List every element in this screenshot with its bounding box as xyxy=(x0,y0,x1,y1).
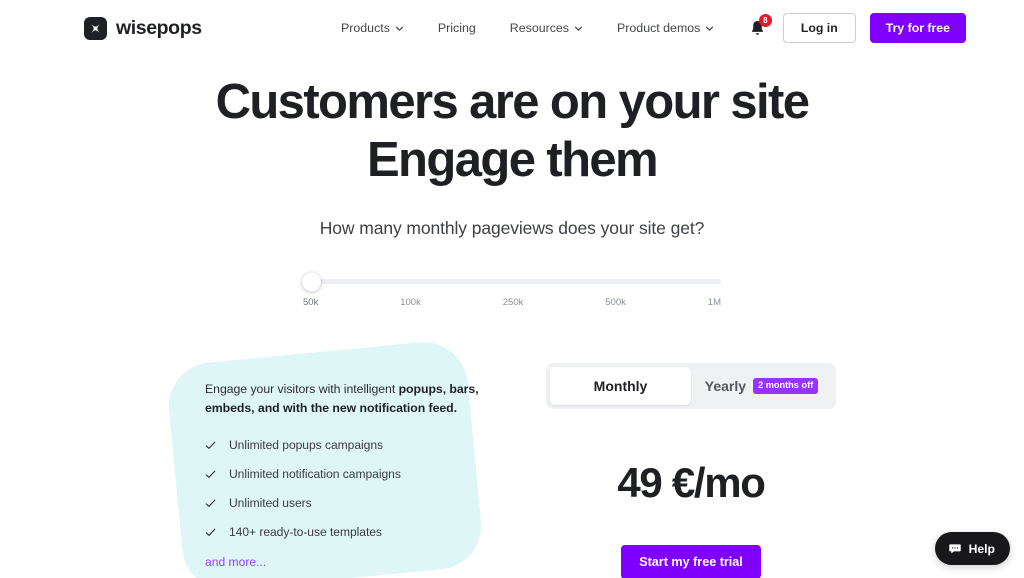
list-item-label: Unlimited notification campaigns xyxy=(229,467,401,482)
slider-tick-0: 50k xyxy=(303,297,319,308)
nav-item-resources[interactable]: Resources xyxy=(510,21,583,35)
list-item-label: Unlimited popups campaigns xyxy=(229,438,383,453)
notification-badge: 8 xyxy=(758,14,772,27)
slider-handle[interactable] xyxy=(302,272,321,291)
chat-bubble-icon xyxy=(948,542,962,556)
slider-tick-1: 100k xyxy=(400,297,421,308)
check-icon xyxy=(205,440,216,451)
list-item: Unlimited popups campaigns xyxy=(205,438,481,452)
list-item-label: Unlimited users xyxy=(229,496,312,511)
check-icon xyxy=(205,469,216,480)
wisepops-star-logo-icon xyxy=(84,16,107,40)
nav-label: Product demos xyxy=(617,21,701,35)
list-item: Unlimited notification campaigns xyxy=(205,467,481,481)
headline-line-1: Customers are on your site xyxy=(215,75,810,129)
login-button[interactable]: Log in xyxy=(782,13,856,43)
slider-tick-labels: 50k 100k 250k 500k 1M xyxy=(303,297,721,308)
help-widget-button[interactable]: Help xyxy=(934,532,1010,565)
list-item: Unlimited users xyxy=(205,496,481,510)
nav-label: Resources xyxy=(509,21,570,35)
feature-lead-plain: Engage your visitors with intelligent xyxy=(205,382,399,396)
list-item-label: 140+ ready-to-use templates xyxy=(229,525,382,540)
header-actions: 8 Log in Try for free xyxy=(747,13,966,43)
slider-tick-4: 1M xyxy=(707,297,721,308)
chevron-down-icon xyxy=(574,24,583,33)
hero-subheadline: How many monthly pageviews does your sit… xyxy=(319,218,705,238)
start-free-trial-button[interactable]: Start my free trial xyxy=(621,545,761,578)
nav-label: Products xyxy=(341,21,390,35)
site-header: wisepops Products Pricing Resources Prod… xyxy=(0,0,1024,56)
chevron-down-icon xyxy=(705,24,714,33)
feature-lead-text: Engage your visitors with intelligent po… xyxy=(205,380,481,417)
hero-section: Customers are on your site Engage them H… xyxy=(0,78,1024,239)
page-title: Customers are on your site Engage them xyxy=(0,78,1024,185)
chevron-down-icon xyxy=(395,24,404,33)
slider-tick-3: 500k xyxy=(605,297,626,308)
notifications-button[interactable]: 8 xyxy=(747,14,772,40)
billing-option-monthly[interactable]: Monthly xyxy=(550,367,691,405)
nav-item-pricing[interactable]: Pricing xyxy=(438,21,476,35)
nav-item-product-demos[interactable]: Product demos xyxy=(617,21,714,35)
nav-item-products[interactable]: Products xyxy=(341,21,404,35)
pageviews-slider[interactable]: 50k 100k 250k 500k 1M xyxy=(302,272,721,308)
help-widget-label: Help xyxy=(968,541,995,556)
headline-line-2: Engage them xyxy=(366,133,659,187)
slider-tick-2: 250k xyxy=(502,297,524,308)
billing-option-yearly[interactable]: Yearly 2 months off xyxy=(691,367,832,405)
slider-track[interactable] xyxy=(302,272,721,291)
feature-card: Engage your visitors with intelligent po… xyxy=(205,380,481,569)
brand-logo[interactable]: wisepops xyxy=(84,16,202,40)
check-icon xyxy=(205,527,216,538)
list-item: 140+ ready-to-use templates xyxy=(205,525,481,539)
feature-list: Unlimited popups campaigns Unlimited not… xyxy=(205,438,481,539)
brand-name: wisepops xyxy=(116,16,202,39)
main-navigation: Products Pricing Resources Product demos xyxy=(341,0,714,56)
and-more-link[interactable]: and more... xyxy=(205,555,481,569)
billing-period-toggle: Monthly Yearly 2 months off xyxy=(546,363,836,409)
pricing-panel: Monthly Yearly 2 months off 49 €/mo Star… xyxy=(546,363,836,578)
plan-section: Engage your visitors with intelligent po… xyxy=(0,338,1024,578)
nav-label: Pricing xyxy=(437,21,476,35)
price-display: 49 €/mo xyxy=(617,459,766,506)
billing-option-label: Yearly xyxy=(704,378,747,394)
try-for-free-button[interactable]: Try for free xyxy=(869,13,966,43)
discount-badge: 2 months off xyxy=(753,378,819,394)
check-icon xyxy=(205,498,216,509)
billing-option-label: Monthly xyxy=(593,378,648,394)
